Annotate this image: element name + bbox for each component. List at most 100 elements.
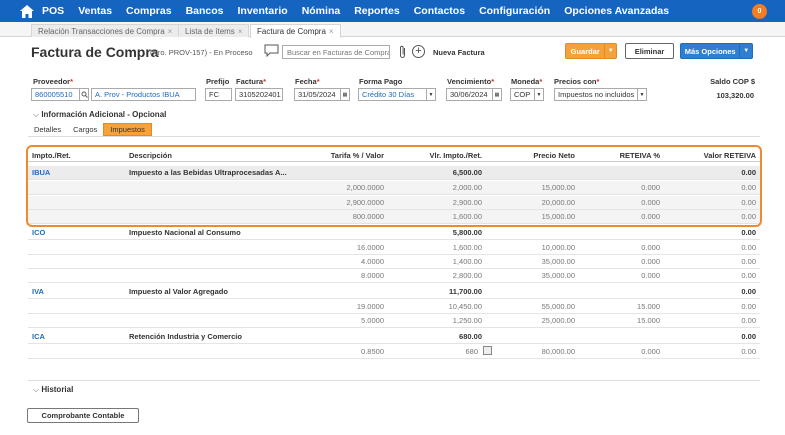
nav-item-bancos[interactable]: Bancos: [186, 5, 224, 17]
vencimiento-field[interactable]: 30/06/2024 ▦: [446, 88, 502, 101]
more-options-label: Más Opciones: [684, 46, 736, 56]
tax-code[interactable]: IBUA: [32, 168, 50, 177]
vencimiento-label: Vencimiento*: [447, 77, 495, 86]
table-row[interactable]: 4.0000 1,400.00 35,000.00 0.000 0.00: [28, 255, 760, 269]
search-icon[interactable]: [79, 89, 88, 100]
table-row[interactable]: 2,900.0000 2,900.00 20,000.00 0.000 0.00: [28, 196, 760, 210]
nav-item-nomina[interactable]: Nómina: [302, 5, 341, 17]
new-invoice-link[interactable]: Nueva Factura: [433, 48, 485, 57]
net-price: 10,000.00: [541, 243, 575, 252]
tab-relacion-transacciones[interactable]: Relación Transacciones de Compra ×: [31, 24, 180, 37]
tax-value: 11,700.00: [449, 287, 482, 296]
precios-select[interactable]: Impuestos no incluidos ▼: [554, 88, 647, 101]
nav-item-contactos[interactable]: Contactos: [414, 5, 465, 17]
forma-pago-label: Forma Pago: [359, 77, 403, 86]
reteiva-value: 0.00: [741, 212, 756, 221]
precios-label: Precios con*: [554, 77, 600, 86]
close-icon[interactable]: ×: [168, 27, 173, 36]
net-price: 25,000.00: [541, 316, 575, 325]
comment-icon[interactable]: [264, 44, 279, 58]
home-icon[interactable]: [20, 4, 34, 18]
tab-label: Lista de ítems: [185, 26, 235, 36]
forma-pago-select[interactable]: Crédito 30 Días ▼: [358, 88, 436, 101]
close-icon[interactable]: ×: [329, 27, 334, 36]
reteiva-value: 0.00: [741, 257, 756, 266]
reteiva-value: 0.00: [741, 183, 756, 192]
table-row[interactable]: 800.0000 1,600.00 15,000.00 0.000 0.00: [28, 210, 760, 224]
table-row-group[interactable]: IBUA Impuesto a las Bebidas Ultraprocesad…: [28, 166, 760, 180]
save-button[interactable]: Guardar ▼: [565, 43, 617, 59]
tab-lista-items[interactable]: Lista de ítems ×: [178, 24, 250, 37]
tax-description: Retención Industria y Comercio: [129, 332, 242, 341]
tab-factura-compra[interactable]: Factura de Compra ×: [250, 24, 341, 38]
net-price: 15,000.00: [541, 212, 575, 221]
chevron-down-icon[interactable]: ▼: [637, 89, 646, 100]
tab-impuestos[interactable]: Impuestos: [103, 123, 152, 136]
nav-item-compras[interactable]: Compras: [126, 5, 172, 17]
table-row-group[interactable]: ICO Impuesto Nacional al Consumo 5,800.00 0…: [28, 226, 760, 240]
tax-rate: 2,900.0000: [346, 198, 384, 207]
table-row-group[interactable]: IVA Impuesto al Valor Agregado 11,700.00 0.…: [28, 285, 760, 299]
tax-rate: 19.0000: [356, 302, 384, 311]
delete-button[interactable]: Eliminar: [625, 43, 674, 59]
table-row[interactable]: 2,000.0000 2,000.00 15,000.00 0.000 0.00: [28, 181, 760, 195]
chevron-down-icon[interactable]: ▼: [604, 44, 616, 58]
nav-item-configuracion[interactable]: Configuración: [479, 5, 550, 17]
historial-toggle[interactable]: ⌵ Historial: [33, 385, 73, 395]
proveedor-name-field[interactable]: A. Prov - Productos IBUA: [91, 88, 196, 101]
tax-rate: 0.8500: [361, 347, 384, 356]
chevron-down-icon[interactable]: ▼: [426, 89, 435, 100]
prefijo-field[interactable]: FC: [205, 88, 232, 101]
chevron-down-icon[interactable]: ▼: [534, 89, 543, 100]
attachment-icon[interactable]: [398, 45, 407, 59]
search-input[interactable]: [282, 45, 390, 59]
tax-description: Impuesto Nacional al Consumo: [129, 228, 241, 237]
reteiva-value: 0.00: [741, 316, 756, 325]
factura-field[interactable]: 3105202401: [235, 88, 283, 101]
tax-rate: 4.0000: [361, 257, 384, 266]
reteiva-value: 0.00: [741, 271, 756, 280]
reteiva-value: 0.00: [741, 198, 756, 207]
chevron-down-icon: ⌵: [33, 385, 40, 394]
table-row-group[interactable]: ICA Retención Industria y Comercio 680.00 0…: [28, 330, 760, 344]
more-options-button[interactable]: Más Opciones ▼: [680, 43, 753, 59]
reteiva-value: 0.00: [741, 332, 756, 341]
tax-rate: 800.0000: [352, 212, 384, 221]
tax-code[interactable]: ICA: [32, 332, 45, 341]
tax-value: 5,800.00: [452, 228, 482, 237]
tab-cargos[interactable]: Cargos: [67, 123, 103, 136]
table-row[interactable]: 8.0000 2,800.00 35,000.00 0.000 0.00: [28, 269, 760, 283]
nav-item-inventario[interactable]: Inventario: [238, 5, 288, 17]
table-row[interactable]: 16.0000 1,600.00 10,000.00 0.000 0.00: [28, 241, 760, 255]
tax-code[interactable]: IVA: [32, 287, 44, 296]
detail-icon[interactable]: [483, 346, 492, 355]
nav-item-pos[interactable]: POS: [42, 5, 64, 17]
net-price: 35,000.00: [541, 271, 575, 280]
nav-item-opciones-avanzadas[interactable]: Opciones Avanzadas: [564, 5, 669, 17]
fecha-field[interactable]: 31/05/2024 ▦: [294, 88, 350, 101]
top-nav: POS Ventas Compras Bancos Inventario Nóm…: [0, 0, 785, 22]
add-icon[interactable]: +: [412, 45, 425, 58]
nav-item-ventas[interactable]: Ventas: [78, 5, 112, 17]
notification-badge[interactable]: 0: [752, 4, 767, 19]
reteiva-percent: 0.000: [641, 183, 660, 192]
divider: [28, 380, 760, 381]
fecha-label: Fecha*: [295, 77, 320, 86]
chevron-down-icon[interactable]: ▼: [739, 44, 752, 58]
table-row[interactable]: 0.8500 680 80,000.00 0.000 0.00: [28, 345, 760, 359]
nav-item-reportes[interactable]: Reportes: [354, 5, 400, 17]
info-adicional-toggle[interactable]: ⌵ Información Adicional - Opcional: [33, 110, 166, 120]
reteiva-value: 0.00: [741, 347, 756, 356]
calendar-icon[interactable]: ▦: [492, 89, 501, 100]
calendar-icon[interactable]: ▦: [340, 89, 349, 100]
moneda-select[interactable]: COP ▼: [510, 88, 544, 101]
net-price: 20,000.00: [541, 198, 575, 207]
close-icon[interactable]: ×: [238, 27, 243, 36]
reteiva-percent: 0.000: [641, 243, 660, 252]
table-row[interactable]: 19.0000 10,450.00 55,000.00 15.000 0.00: [28, 300, 760, 314]
comprobante-contable-button[interactable]: Comprobante Contable: [27, 408, 139, 423]
tab-detalles[interactable]: Detalles: [28, 123, 67, 136]
proveedor-id-field[interactable]: 860005510: [31, 88, 89, 101]
table-row[interactable]: 5.0000 1,250.00 25,000.00 15.000 0.00: [28, 314, 760, 328]
tax-code[interactable]: ICO: [32, 228, 45, 237]
